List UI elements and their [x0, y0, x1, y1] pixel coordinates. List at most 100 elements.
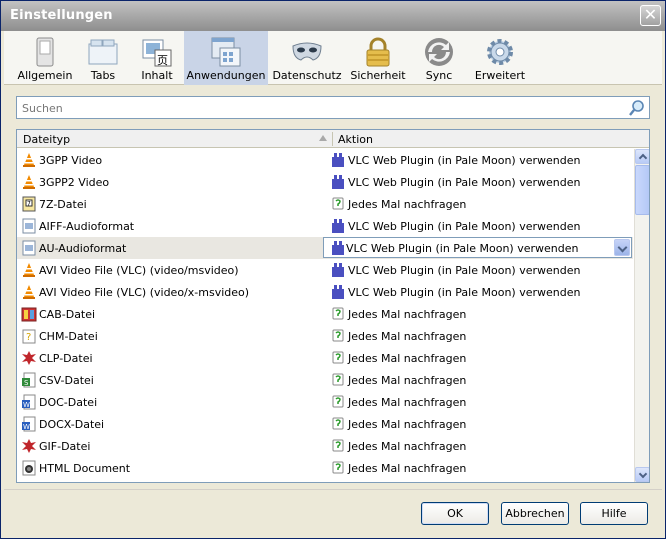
list-row[interactable]: W DOCX-Datei Jedes Mal nachfragen [17, 413, 633, 435]
list-row[interactable]: AIFF-Audioformat VLC Web Plugin (in Pale… [17, 215, 633, 237]
tab-sync[interactable]: Sync [414, 31, 464, 85]
svg-text:?: ? [26, 332, 31, 343]
tab-datenschutz[interactable]: Datenschutz [272, 31, 342, 85]
plugin-icon [332, 219, 344, 233]
audio-file-icon [22, 240, 36, 256]
help-file-icon: ? [22, 329, 36, 344]
file-type-label: AU-Audioformat [39, 242, 127, 255]
action-label: Jedes Mal nachfragen [348, 198, 467, 211]
action-label: VLC Web Plugin (in Pale Moon) verwenden [348, 220, 581, 233]
action-label: Jedes Mal nachfragen [348, 374, 467, 387]
file-type-label: CSV-Datei [39, 374, 94, 387]
ask-icon [332, 439, 344, 452]
title-bar: Einstellungen ✕ [1, 1, 665, 31]
scroll-thumb[interactable] [635, 165, 649, 215]
list-row[interactable]: ? CHM-Datei Jedes Mal nachfragen [17, 325, 633, 347]
list-row[interactable]: AVI Video File (VLC) (video/x-msvideo) V… [17, 281, 633, 303]
list-row[interactable]: AVI Video File (VLC) (video/msvideo) VLC… [17, 259, 633, 281]
file-type-label: DOCX-Datei [39, 418, 105, 431]
tab-sicherheit[interactable]: Sicherheit [348, 31, 408, 85]
action-label: Jedes Mal nachfragen [348, 308, 467, 321]
vlc-cone-icon [23, 263, 35, 277]
action-label: VLC Web Plugin (in Pale Moon) verwenden [348, 176, 581, 189]
vlc-cone-icon [23, 153, 35, 167]
content-icon: 页 [142, 39, 172, 67]
file-type-list: Dateityp Aktion 3GPP Video VLC Web Plugi… [16, 129, 650, 483]
action-label: Jedes Mal nachfragen [348, 396, 467, 409]
html-document-icon [22, 460, 36, 476]
tab-label: Sync [425, 69, 453, 82]
svg-text:W: W [23, 401, 30, 409]
chevron-down-icon[interactable] [614, 239, 630, 256]
action-label: VLC Web Plugin (in Pale Moon) verwenden [348, 286, 581, 299]
help-button[interactable]: Hilfe [580, 502, 648, 525]
plugin-icon [332, 285, 344, 299]
action-label: VLC Web Plugin (in Pale Moon) verwenden [348, 264, 581, 277]
list-row[interactable]: HTML Document Jedes Mal nachfragen [17, 457, 633, 479]
gear-icon [487, 39, 513, 65]
ask-icon [332, 373, 344, 386]
tab-erweitert[interactable]: Erweitert [470, 31, 530, 85]
action-label: Jedes Mal nachfragen [348, 418, 467, 431]
tab-label: Inhalt [141, 69, 173, 82]
ok-button[interactable]: OK [421, 502, 489, 525]
list-row[interactable]: 3GPP2 Video VLC Web Plugin (in Pale Moon… [17, 171, 633, 193]
column-header-dateityp[interactable]: Dateityp [23, 133, 70, 146]
sync-icon [425, 38, 453, 66]
scroll-up-button[interactable] [635, 149, 649, 164]
cabinet-archive-icon [21, 307, 37, 322]
search-icon[interactable] [628, 99, 646, 117]
window-title: Einstellungen [10, 8, 113, 23]
ask-icon [332, 461, 344, 474]
list-row-selected[interactable]: AU-Audioformat VLC Web Plugin (in Pale M… [17, 237, 633, 259]
action-label: Jedes Mal nachfragen [348, 440, 467, 453]
ask-icon [332, 351, 344, 364]
close-button[interactable]: ✕ [640, 5, 661, 26]
tab-tabs[interactable]: Tabs [80, 31, 126, 85]
vlc-cone-icon [23, 175, 35, 189]
scroll-down-button[interactable] [635, 467, 649, 482]
tab-label: Erweitert [474, 69, 526, 82]
svg-text:页: 页 [157, 54, 168, 67]
list-row[interactable]: GIF-Datei Jedes Mal nachfragen [17, 435, 633, 457]
mask-icon [292, 42, 322, 61]
action-label: Jedes Mal nachfragen [348, 462, 467, 475]
tab-allgemein[interactable]: Allgemein [12, 31, 78, 85]
tab-label: Allgemein [17, 69, 73, 82]
column-separator [332, 132, 333, 146]
list-row[interactable]: CLP-Datei Jedes Mal nachfragen [17, 347, 633, 369]
tab-anwendungen[interactable]: Anwendungen [184, 31, 268, 85]
cancel-button[interactable]: Abbrechen [501, 502, 569, 525]
action-select[interactable]: VLC Web Plugin (in Pale Moon) verwenden [323, 237, 632, 258]
plugin-icon [332, 153, 344, 167]
preferences-toolbar: Allgemein Tabs 页 Inhalt Anwendungen Date… [4, 31, 662, 85]
file-type-label: HTML Document [39, 462, 131, 475]
preferences-window: Einstellungen ✕ Allgemein Tabs 页 Inhalt … [0, 0, 666, 539]
ask-icon [332, 417, 344, 430]
file-type-label: DOC-Datei [39, 396, 98, 409]
splat-file-icon [22, 439, 36, 453]
applications-icon [211, 37, 241, 67]
svg-text:7: 7 [27, 201, 31, 208]
vertical-scrollbar[interactable] [634, 149, 649, 482]
list-row[interactable]: CAB-Datei Jedes Mal nachfragen [17, 303, 633, 325]
plugin-icon [332, 263, 344, 277]
column-header-aktion[interactable]: Aktion [338, 133, 373, 146]
spreadsheet-file-icon: S [22, 372, 36, 388]
footer-divider [4, 489, 662, 490]
tab-label: Datenschutz [272, 69, 342, 82]
list-row[interactable]: W DOC-Datei Jedes Mal nachfragen [17, 391, 633, 413]
action-label: Jedes Mal nachfragen [348, 352, 467, 365]
list-row[interactable]: 7 7Z-Datei Jedes Mal nachfragen [17, 193, 633, 215]
tab-inhalt[interactable]: 页 Inhalt [130, 31, 184, 85]
file-type-label: 7Z-Datei [39, 198, 87, 211]
file-type-label: 3GPP Video [39, 154, 103, 167]
file-type-label: GIF-Datei [39, 440, 91, 453]
list-rows: 3GPP Video VLC Web Plugin (in Pale Moon)… [17, 149, 633, 479]
search-field[interactable]: Suchen [16, 96, 650, 119]
list-row[interactable]: 3GPP Video VLC Web Plugin (in Pale Moon)… [17, 149, 633, 171]
action-select-value: VLC Web Plugin (in Pale Moon) verwenden [346, 242, 579, 255]
plugin-icon [332, 241, 344, 255]
list-row[interactable]: S CSV-Datei Jedes Mal nachfragen [17, 369, 633, 391]
file-type-label: AVI Video File (VLC) (video/x-msvideo) [39, 286, 250, 299]
